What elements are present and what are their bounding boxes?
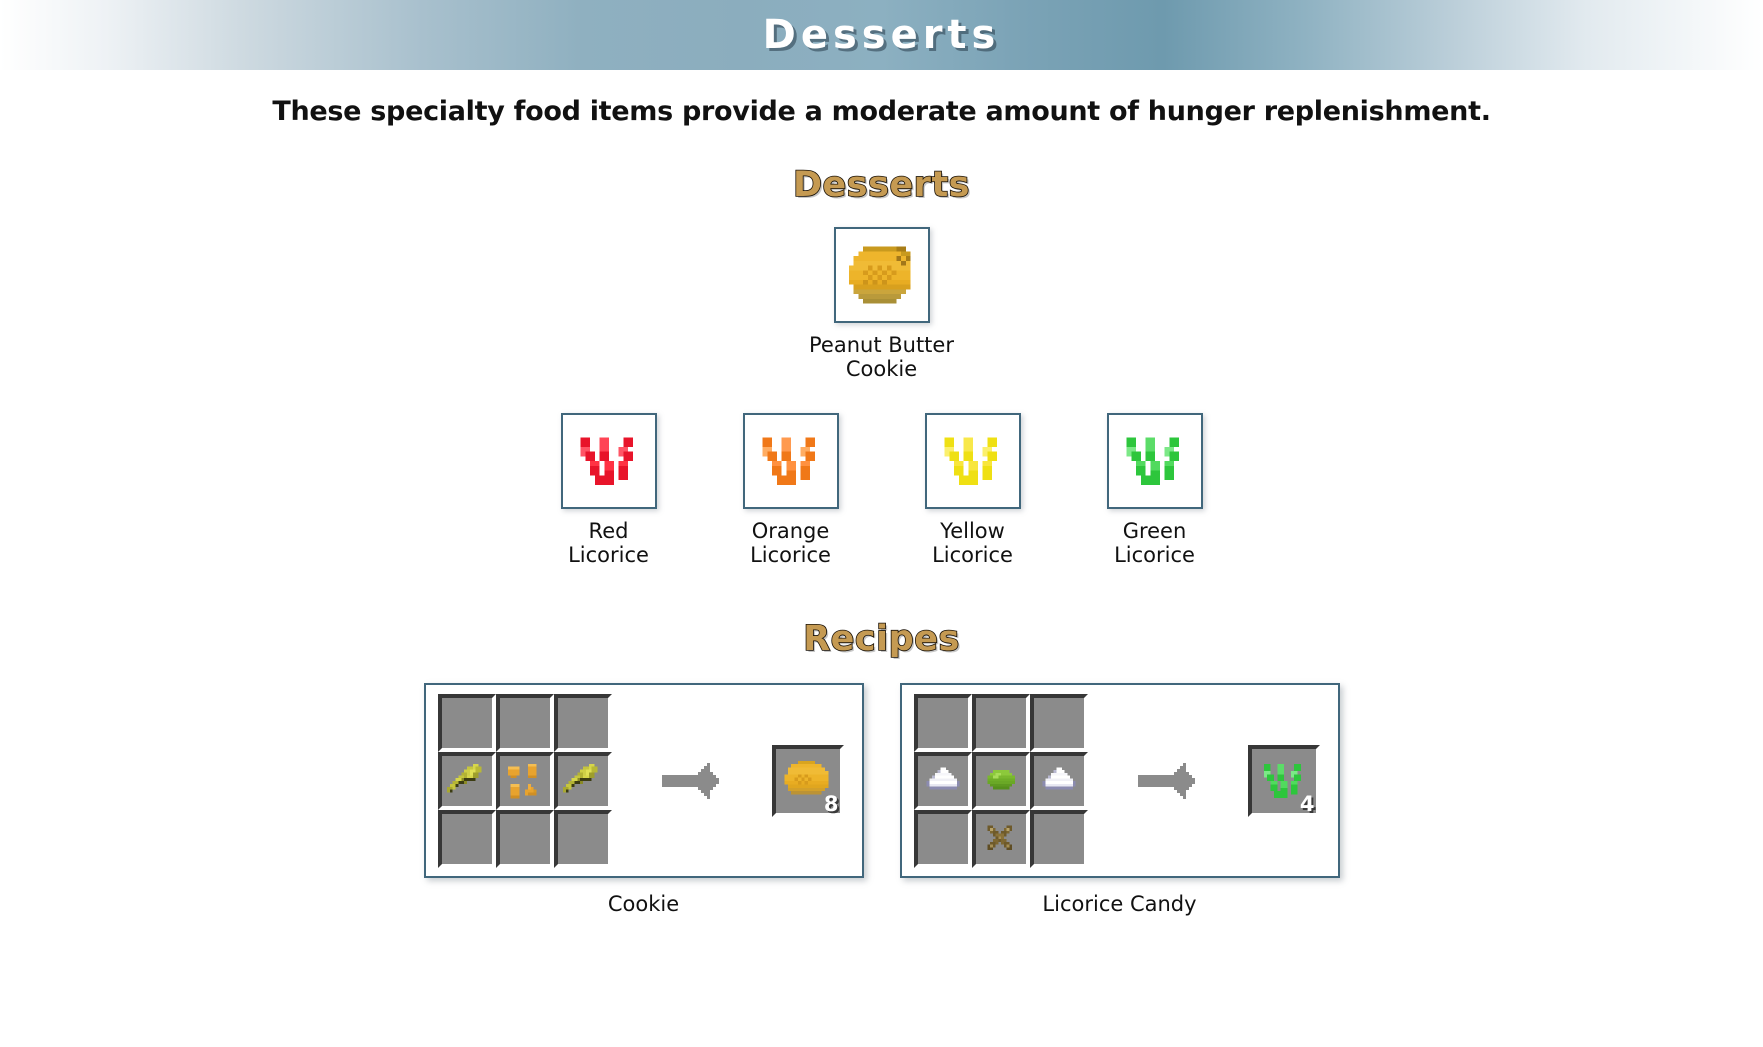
crafting-slot[interactable] (553, 693, 612, 752)
stick-cross-icon (986, 824, 1012, 850)
recipe-panel: 4 (899, 683, 1340, 879)
output-count: 8 (823, 791, 839, 816)
crafting-slot[interactable] (1029, 751, 1088, 810)
crafting-slot[interactable] (437, 693, 496, 752)
intro-text: These specialty food items provide a mod… (272, 96, 1491, 127)
crafting-slot[interactable] (1029, 693, 1088, 752)
item-peanut-butter-cookie[interactable]: Peanut Butter Cookie (791, 227, 973, 381)
wheat-icon (562, 763, 597, 793)
recipe-licorice-candy: 4 Licorice Candy (899, 683, 1340, 917)
item-red-licorice[interactable]: Red Licorice (518, 413, 700, 567)
recipe-arrow-icon (1137, 762, 1195, 799)
arrow-wrap (612, 757, 772, 805)
item-label: Red Licorice (568, 519, 649, 567)
recipe-panel: 8 (423, 683, 864, 879)
item-icon-box (560, 413, 657, 510)
recipe-label: Cookie (607, 892, 680, 917)
item-label: Peanut Butter Cookie (809, 333, 954, 381)
recipe-cookie: 8 Cookie (423, 683, 864, 917)
green-licorice-icon (1126, 437, 1179, 485)
peanut-icon (507, 763, 536, 798)
item-icon-box (924, 413, 1021, 510)
output-count: 4 (1299, 791, 1315, 816)
page-banner: Desserts (0, 0, 1763, 70)
crafting-slot[interactable] (495, 751, 554, 810)
item-label: Green Licorice (1114, 519, 1195, 567)
section-heading-recipes: Recipes (802, 618, 960, 660)
recipe-output-slot[interactable]: 8 (771, 744, 844, 817)
crafting-slot[interactable] (913, 693, 972, 752)
crafting-slot[interactable] (913, 751, 972, 810)
crafting-grid (913, 693, 1088, 868)
item-label: Orange Licorice (750, 519, 831, 567)
item-row-cookies: Peanut Butter Cookie (0, 227, 1763, 381)
yellow-licorice-icon (944, 437, 997, 485)
crafting-slot[interactable] (971, 693, 1030, 752)
section-heading-desserts: Desserts (792, 164, 971, 206)
crafting-slot[interactable] (971, 751, 1030, 810)
page-title: Desserts (762, 12, 1001, 58)
sugar-icon (926, 766, 959, 789)
crafting-slot[interactable] (437, 809, 496, 868)
sugar-icon (1042, 766, 1075, 789)
item-label: Yellow Licorice (932, 519, 1013, 567)
wheat-icon (446, 763, 481, 793)
green-dye-icon (986, 769, 1015, 789)
item-row-licorice: Red Licorice Orange Licorice Yellow Lico… (0, 413, 1763, 567)
item-icon-box (833, 227, 930, 323)
crafting-slot[interactable] (1029, 809, 1088, 868)
recipe-arrow-icon (661, 762, 719, 799)
recipe-output-slot[interactable]: 4 (1247, 744, 1320, 817)
crafting-slot[interactable] (495, 693, 554, 752)
crafting-slot[interactable] (971, 809, 1030, 868)
orange-licorice-icon (762, 437, 815, 485)
crafting-slot[interactable] (437, 751, 496, 810)
item-green-licorice[interactable]: Green Licorice (1064, 413, 1246, 567)
crafting-slot[interactable] (553, 809, 612, 868)
recipes-row: 8 Cookie 4 Licorice Candy (0, 683, 1763, 916)
arrow-wrap (1088, 757, 1248, 805)
item-orange-licorice[interactable]: Orange Licorice (700, 413, 882, 567)
red-licorice-icon (580, 437, 633, 485)
crafting-slot[interactable] (553, 751, 612, 810)
item-icon-box (1106, 413, 1203, 510)
crafting-slot[interactable] (913, 809, 972, 868)
crafting-grid (437, 693, 612, 868)
recipe-label: Licorice Candy (1042, 892, 1197, 917)
item-yellow-licorice[interactable]: Yellow Licorice (882, 413, 1064, 567)
peanut-butter-cookie-icon (848, 246, 910, 304)
item-icon-box (742, 413, 839, 510)
crafting-slot[interactable] (495, 809, 554, 868)
